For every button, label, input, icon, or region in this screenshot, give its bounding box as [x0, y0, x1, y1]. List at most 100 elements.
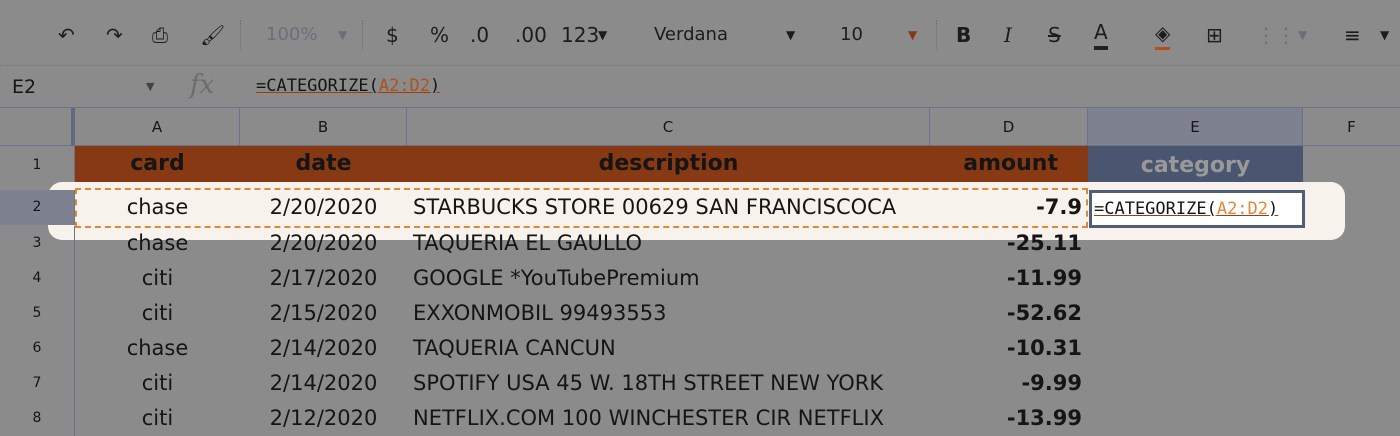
- formula-text: ): [430, 76, 441, 96]
- cell-category[interactable]: [1088, 366, 1303, 401]
- chevron-down-icon: ▼: [1298, 28, 1308, 42]
- cell-card[interactable]: citi: [75, 401, 240, 436]
- align-icon[interactable]: ≡: [1344, 20, 1361, 50]
- cell-description[interactable]: NETFLIX.COM 100 WINCHESTER CIR NETFLIX: [407, 401, 930, 436]
- more-formats-button[interactable]: 123: [561, 20, 599, 50]
- cell-description[interactable]: SPOTIFY USA 45 W. 18TH STREET NEW YORK: [407, 366, 930, 401]
- row-number[interactable]: 6: [0, 331, 75, 366]
- cell-amount[interactable]: -52.62: [930, 296, 1088, 331]
- decrease-decimal-button[interactable]: .0: [470, 20, 489, 50]
- strikethrough-button[interactable]: S: [1048, 20, 1061, 50]
- cell-card[interactable]: chase: [75, 190, 240, 225]
- cell-date[interactable]: 2/20/2020: [240, 190, 407, 225]
- formula-text: =CATEGORIZE(: [256, 76, 379, 96]
- formula-bar: E2 ▼ fx =CATEGORIZE(A2:D2): [0, 66, 1400, 108]
- font-size-select[interactable]: 10: [840, 20, 863, 50]
- formula-range: A2:D2: [1216, 199, 1269, 219]
- column-header-e[interactable]: E: [1088, 108, 1303, 146]
- chevron-down-icon: ▼: [908, 28, 918, 42]
- chevron-down-icon: ▼: [786, 28, 796, 42]
- fill-color-icon[interactable]: ◈: [1155, 20, 1171, 50]
- column-header-c[interactable]: C: [407, 108, 930, 146]
- table-row: 5 citi 2/15/2020 EXXONMOBIL 99493553 -52.62: [0, 296, 1400, 331]
- cell-description[interactable]: TAQUERIA EL GAULLO: [407, 226, 930, 261]
- redo-icon[interactable]: ↷: [106, 20, 123, 50]
- fx-icon: fx: [190, 70, 215, 100]
- name-box[interactable]: E2: [12, 76, 36, 98]
- toolbar: ↶ ↷ ⎙ 🖌 100% ▼ $ % .0 .00 123 ▼ Verdana …: [0, 0, 1400, 66]
- row-number[interactable]: 8: [0, 401, 75, 436]
- cell-amount[interactable]: -13.99: [930, 401, 1088, 436]
- column-header-d[interactable]: D: [930, 108, 1088, 146]
- cell-description[interactable]: GOOGLE *YouTubePremium: [407, 261, 930, 296]
- print-icon[interactable]: ⎙: [152, 20, 168, 50]
- zoom-select[interactable]: 100%: [266, 20, 317, 50]
- header-band: card date description amount: [75, 146, 1088, 185]
- cell-amount[interactable]: -11.99: [930, 261, 1088, 296]
- cell-amount[interactable]: -9.99: [930, 366, 1088, 401]
- header-category[interactable]: category: [1088, 146, 1303, 185]
- row-number[interactable]: 5: [0, 296, 75, 331]
- text-color-button[interactable]: A: [1094, 20, 1108, 50]
- formula-text: ): [1268, 199, 1279, 219]
- column-header-a[interactable]: A: [75, 108, 240, 146]
- formula-text: =CATEGORIZE(: [1094, 199, 1217, 219]
- select-all-corner[interactable]: [0, 108, 75, 146]
- formula-range: A2:D2: [378, 76, 431, 96]
- increase-decimal-button[interactable]: .00: [515, 20, 547, 50]
- cell-date[interactable]: 2/14/2020: [240, 331, 407, 366]
- cell-card[interactable]: citi: [75, 296, 240, 331]
- chevron-down-icon[interactable]: ▼: [146, 80, 154, 93]
- cell-category[interactable]: [1088, 296, 1303, 331]
- header-card[interactable]: card: [75, 146, 240, 182]
- cell-category[interactable]: [1088, 401, 1303, 436]
- table-row: 8 citi 2/12/2020 NETFLIX.COM 100 WINCHESTER…: [0, 401, 1400, 436]
- row-number[interactable]: 4: [0, 261, 75, 296]
- cell-description[interactable]: STARBUCKS STORE 00629 SAN FRANCISCOCA: [407, 190, 930, 225]
- column-header-f[interactable]: F: [1303, 108, 1400, 146]
- paint-format-icon[interactable]: 🖌: [200, 20, 225, 50]
- row-number[interactable]: 1: [0, 146, 75, 185]
- currency-button[interactable]: $: [386, 20, 399, 50]
- chevron-down-icon: ▼: [598, 28, 608, 42]
- borders-icon[interactable]: ⊞: [1206, 20, 1223, 50]
- formula-input[interactable]: =CATEGORIZE(A2:D2): [256, 76, 440, 96]
- cell-card[interactable]: citi: [75, 366, 240, 401]
- header-description[interactable]: description: [407, 146, 930, 182]
- italic-button[interactable]: I: [1004, 20, 1012, 50]
- header-amount[interactable]: amount: [930, 146, 1088, 182]
- cell-date[interactable]: 2/12/2020: [240, 401, 407, 436]
- bold-button[interactable]: B: [956, 20, 971, 50]
- cell-date[interactable]: 2/20/2020: [240, 226, 407, 261]
- cell-date[interactable]: 2/14/2020: [240, 366, 407, 401]
- active-cell-e2[interactable]: =CATEGORIZE(A2:D2): [1089, 190, 1305, 228]
- font-select[interactable]: Verdana: [654, 20, 728, 50]
- column-header-b[interactable]: B: [240, 108, 407, 146]
- cell-amount[interactable]: -25.11: [930, 226, 1088, 261]
- divider: [240, 20, 241, 50]
- undo-icon[interactable]: ↶: [58, 20, 75, 50]
- row-number[interactable]: 2: [0, 190, 75, 225]
- cell-description[interactable]: EXXONMOBIL 99493553: [407, 296, 930, 331]
- cell-date[interactable]: 2/15/2020: [240, 296, 407, 331]
- merge-cells-icon[interactable]: ⋮⋮: [1256, 20, 1296, 50]
- cell-card[interactable]: chase: [75, 226, 240, 261]
- cell-date[interactable]: 2/17/2020: [240, 261, 407, 296]
- header-row: 1 card date description amount category: [0, 146, 1400, 185]
- cell-description[interactable]: TAQUERIA CANCUN: [407, 331, 930, 366]
- row-number[interactable]: 7: [0, 366, 75, 401]
- chevron-down-icon: ▼: [1380, 28, 1390, 42]
- cell-category[interactable]: [1088, 331, 1303, 366]
- table-row: 6 chase 2/14/2020 TAQUERIA CANCUN -10.31: [0, 331, 1400, 366]
- cell-card[interactable]: chase: [75, 331, 240, 366]
- cell-amount[interactable]: -7.9: [930, 190, 1088, 225]
- cell-card[interactable]: citi: [75, 261, 240, 296]
- table-row: 4 citi 2/17/2020 GOOGLE *YouTubePremium -11.…: [0, 261, 1400, 296]
- cell-amount[interactable]: -10.31: [930, 331, 1088, 366]
- cell-category[interactable]: [1088, 261, 1303, 296]
- divider: [362, 20, 363, 50]
- percent-button[interactable]: %: [430, 20, 449, 50]
- cell-category[interactable]: [1088, 226, 1303, 261]
- row-number[interactable]: 3: [0, 226, 75, 261]
- header-date[interactable]: date: [240, 146, 407, 182]
